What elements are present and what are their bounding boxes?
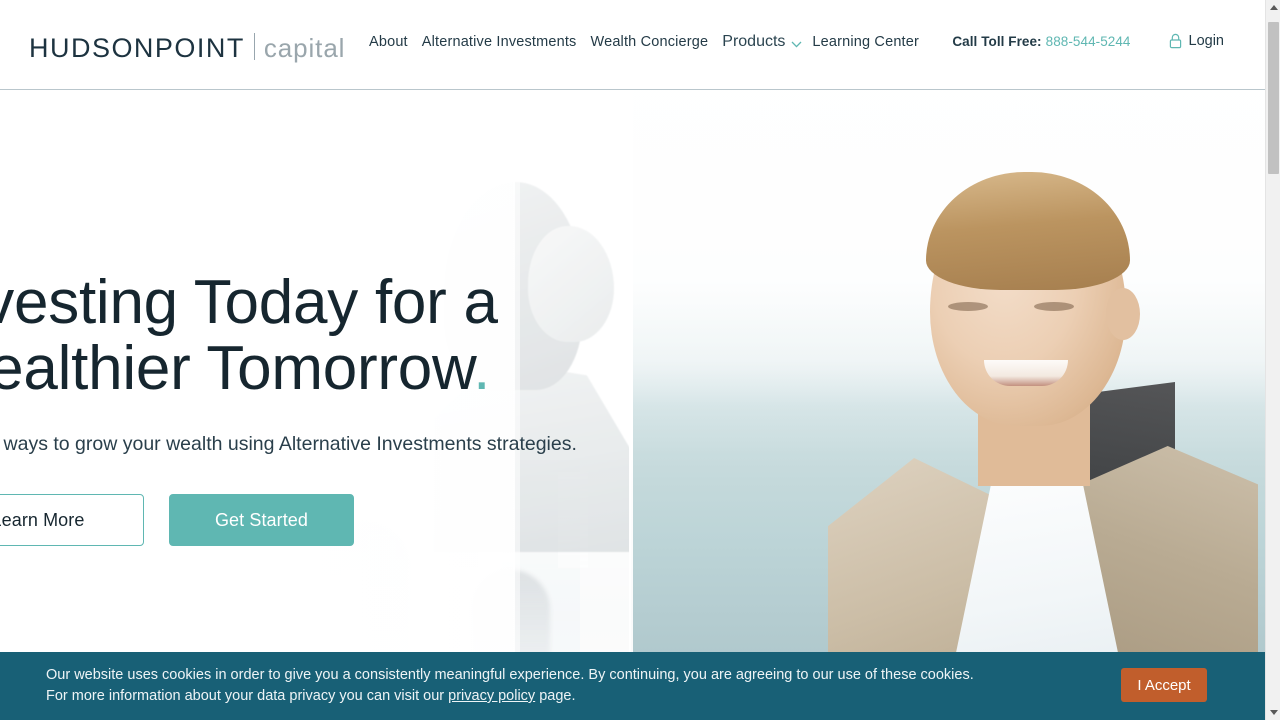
hero-cta-row: Learn More Get Started [0,494,692,546]
header-utility-group: Call Toll Free: 888-544-5244 Login [952,33,1224,49]
browser-viewport: HUDSONPOINT capital About Alternative In… [0,0,1280,720]
hero-headline: Investing Today for a Wealthier Tomorrow… [0,270,692,402]
scrollbar-down-arrow[interactable] [1266,705,1280,720]
login-label: Login [1188,33,1224,49]
hero-headline-line-2: Wealthier Tomorrow [0,334,474,403]
logo-divider [253,33,255,60]
hero-headline-period: . [473,334,491,403]
accept-cookies-button[interactable]: I Accept [1121,668,1207,702]
cookie-consent-text: Our website uses cookies in order to giv… [46,665,974,707]
nav-item-products[interactable]: Products [722,33,802,51]
primary-navigation: About Alternative Investments Wealth Con… [369,33,919,51]
site-logo[interactable]: HUDSONPOINT capital [29,30,345,64]
hero-text-block: Investing Today for a Wealthier Tomorrow… [0,270,692,546]
scrollbar-up-arrow[interactable] [1266,0,1280,15]
scrollbar-thumb[interactable] [1268,22,1279,174]
chevron-down-icon [791,41,802,48]
cookie-line-1: Our website uses cookies in order to giv… [46,667,974,683]
scroll-up-icon [1269,5,1278,10]
login-button[interactable]: Login [1169,33,1224,49]
cookie-line-2-before: For more information about your data pri… [46,688,449,704]
hero-subheadline: Explore ways to grow your wealth using A… [0,433,577,455]
get-started-button[interactable]: Get Started [169,494,354,546]
hero-headline-line-1: Investing Today for a [0,268,498,337]
hero-photo-businessman [633,90,1265,720]
cookie-consent-banner: Our website uses cookies in order to giv… [0,652,1265,720]
toll-free-label: Call Toll Free: [952,33,1042,49]
lock-icon [1169,33,1182,49]
logo-primary-text: HUDSONPOINT [29,33,245,63]
photo-man-smile [984,360,1068,386]
cookie-line-2: For more information about your data pri… [46,686,974,707]
photo-man-eye-right [1034,302,1074,311]
photo-man-figure [828,172,1258,720]
nav-products-label: Products [722,33,786,50]
scroll-down-icon [1269,710,1278,715]
privacy-policy-link[interactable]: privacy policy [448,688,535,704]
photo-man-ear [1106,288,1140,340]
cookie-line-2-after: page. [535,688,576,704]
site-header: HUDSONPOINT capital About Alternative In… [0,0,1265,90]
learn-more-button[interactable]: Learn More [0,494,144,546]
hero-section: Investing Today for a Wealthier Tomorrow… [0,90,1265,720]
page-scrollbar[interactable] [1265,0,1280,720]
nav-item-about[interactable]: About [369,34,408,50]
photo-man-hair [926,172,1130,290]
photo-man-eye-left [948,302,988,311]
hero-headline-line-2-wrap: Wealthier Tomorrow. [0,336,692,402]
nav-item-alternative-investments[interactable]: Alternative Investments [422,34,577,50]
page-content: HUDSONPOINT capital About Alternative In… [0,0,1265,720]
toll-free-number[interactable]: 888-544-5244 [1046,34,1131,49]
nav-item-learning-center[interactable]: Learning Center [812,34,919,50]
logo-secondary-text: capital [263,33,346,63]
nav-item-wealth-concierge[interactable]: Wealth Concierge [590,34,708,50]
